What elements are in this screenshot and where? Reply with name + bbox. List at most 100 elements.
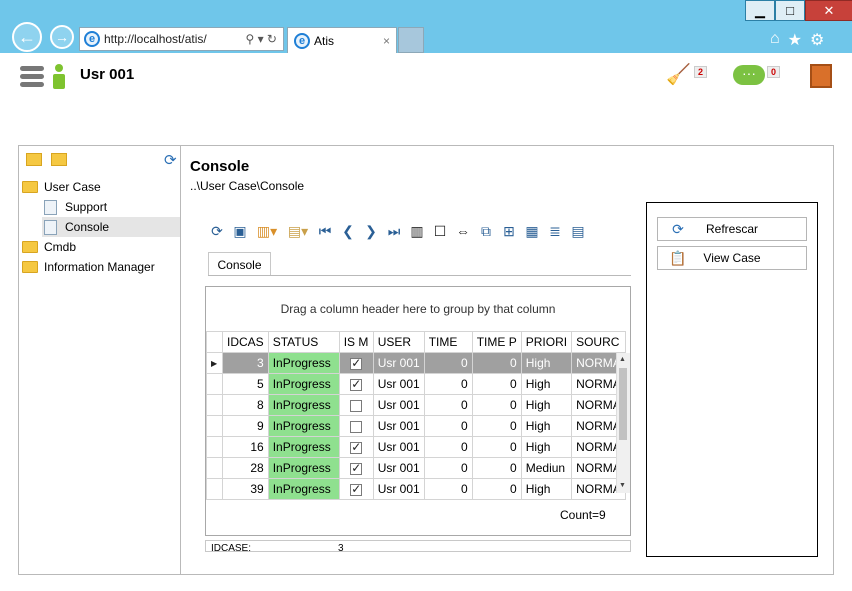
grid-cell-timep[interactable]: 0 xyxy=(471,373,522,395)
grid-cell-timep[interactable]: 0 xyxy=(471,457,522,479)
grid-cell-time[interactable]: 0 xyxy=(423,373,473,395)
grid-layout-icon[interactable]: ⊞ xyxy=(500,223,518,240)
checkbox[interactable] xyxy=(350,399,363,412)
tree-item-console[interactable]: Console xyxy=(42,217,180,237)
tree-item-support[interactable]: Support xyxy=(44,197,107,217)
table-row[interactable]: 16InProgressUsr 00100HighNORMA xyxy=(206,436,626,458)
maximize-button[interactable]: □ xyxy=(775,0,805,21)
copy-icon[interactable]: ⧉ xyxy=(477,223,495,240)
tree-item-cmdb[interactable]: Cmdb xyxy=(22,237,76,257)
is-m-checkbox-cell[interactable] xyxy=(338,436,374,458)
table-row[interactable]: 5InProgressUsr 00100HighNORMA xyxy=(206,373,626,395)
fit-width-icon[interactable]: ⇔ xyxy=(454,223,472,239)
refresh-button[interactable]: ⟳ Refrescar xyxy=(657,217,807,241)
table-row[interactable]: 39InProgressUsr 00100HighNORMA xyxy=(206,478,626,500)
grid-cell-id[interactable]: 5 xyxy=(222,373,269,395)
group-panel[interactable]: Drag a column header here to group by th… xyxy=(206,287,630,330)
grid-cell-id[interactable]: 16 xyxy=(222,436,269,458)
tree-item-user-case[interactable]: User Case xyxy=(22,177,101,197)
next-page-icon[interactable]: ❯ xyxy=(362,223,380,240)
new-tab-button[interactable] xyxy=(398,27,424,53)
grid-cell-priority[interactable]: High xyxy=(520,394,573,416)
checkbox[interactable] xyxy=(350,482,363,496)
column-header[interactable]: TIME P xyxy=(471,331,522,353)
table-row[interactable]: 9 InProgress Usr 001 0 0 High NORMA xyxy=(206,415,626,437)
grid-cell-priority[interactable]: Mediun xyxy=(520,457,573,479)
address-bar[interactable]: e http://localhost/atis/ ⚲ ▾ ↻ xyxy=(79,27,284,51)
grid-cell-status[interactable]: InProgress xyxy=(267,394,340,416)
table-icon[interactable]: ▦ xyxy=(523,223,541,240)
back-button[interactable]: ← xyxy=(12,22,42,52)
column-header[interactable]: STATUS xyxy=(267,331,340,353)
gear-icon[interactable]: ⚙ xyxy=(810,30,824,50)
scroll-up-icon[interactable]: ▲ xyxy=(619,356,626,363)
grid-cell-timep[interactable]: 0 xyxy=(471,436,522,458)
checkbox[interactable] xyxy=(350,440,363,454)
sheet-icon[interactable]: ▤ xyxy=(569,223,587,240)
is-m-checkbox-cell[interactable] xyxy=(338,457,374,479)
grid-cell-timep[interactable]: 0 xyxy=(471,394,522,416)
grid-cell-priority[interactable]: High xyxy=(520,373,573,395)
grid-cell-time[interactable]: 0 xyxy=(423,415,473,437)
tab-close-icon[interactable]: × xyxy=(383,34,390,48)
grid-cell-user[interactable]: Usr 001 xyxy=(372,352,425,374)
delete-folder-icon[interactable] xyxy=(51,153,67,166)
refresh-icon[interactable]: ⟳ xyxy=(208,223,226,240)
column-header[interactable]: USER xyxy=(372,331,425,353)
export-icon[interactable]: ▤▾ xyxy=(285,223,311,240)
grid-cell-time[interactable]: 0 xyxy=(423,352,473,374)
is-m-checkbox-cell[interactable] xyxy=(338,415,374,437)
minimize-button[interactable]: ▁ xyxy=(745,0,775,21)
checkbox[interactable] xyxy=(350,377,363,391)
refresh-tree-icon[interactable]: ⟳ xyxy=(164,151,177,169)
is-m-checkbox-cell[interactable] xyxy=(338,478,374,500)
grid-cell-status[interactable]: InProgress xyxy=(267,457,340,479)
column-header[interactable]: IDCAS xyxy=(222,331,269,353)
grid-cell-priority[interactable]: High xyxy=(520,352,573,374)
row-indicator[interactable] xyxy=(206,394,223,416)
save-icon[interactable]: ▣ xyxy=(231,223,249,240)
view-case-button[interactable]: 📋 View Case xyxy=(657,246,807,270)
row-indicator[interactable]: ▶ xyxy=(206,352,223,374)
menu-stack-icon[interactable] xyxy=(20,66,44,88)
grid-cell-time[interactable]: 0 xyxy=(423,394,473,416)
forward-button[interactable]: → xyxy=(50,25,74,49)
box-icon[interactable]: ☐ xyxy=(431,223,449,240)
grid-cell-status[interactable]: InProgress xyxy=(267,373,340,395)
column-header[interactable]: SOURC xyxy=(571,331,626,353)
grid-cell-id[interactable]: 8 xyxy=(222,394,269,416)
grid-cell-time[interactable]: 0 xyxy=(423,478,473,500)
checkbox[interactable] xyxy=(350,461,363,475)
grid-cell-id[interactable]: 9 xyxy=(222,415,269,437)
logout-door-icon[interactable] xyxy=(810,64,832,88)
grid-cell-priority[interactable]: High xyxy=(520,478,573,500)
row-indicator[interactable] xyxy=(206,457,223,479)
grid-cell-user[interactable]: Usr 001 xyxy=(372,415,425,437)
row-indicator[interactable] xyxy=(206,373,223,395)
grid-cell-status[interactable]: InProgress xyxy=(267,352,340,374)
list-icon[interactable]: ≣ xyxy=(546,223,564,240)
tab-console[interactable]: Console xyxy=(208,252,271,276)
chart-icon[interactable]: ▥▾ xyxy=(254,223,280,240)
grid-cell-user[interactable]: Usr 001 xyxy=(372,478,425,500)
table-row[interactable]: ▶3InProgressUsr 00100HighNORMA xyxy=(206,352,626,374)
is-m-checkbox-cell[interactable] xyxy=(338,394,374,416)
row-indicator[interactable] xyxy=(206,478,223,500)
table-row[interactable]: 8 InProgress Usr 001 0 0 High NORMA xyxy=(206,394,626,416)
grid-cell-id[interactable]: 3 xyxy=(222,352,269,374)
browser-tab[interactable]: e Atis × xyxy=(287,27,397,53)
table-row[interactable]: 28InProgressUsr 00100MediunNORMA xyxy=(206,457,626,479)
grid-cell-user[interactable]: Usr 001 xyxy=(372,436,425,458)
grid-cell-user[interactable]: Usr 001 xyxy=(372,457,425,479)
grid-cell-timep[interactable]: 0 xyxy=(471,415,522,437)
row-indicator[interactable] xyxy=(206,436,223,458)
scroll-down-icon[interactable]: ▼ xyxy=(619,482,626,489)
grid-cell-status[interactable]: InProgress xyxy=(267,478,340,500)
grid-cell-timep[interactable]: 0 xyxy=(471,478,522,500)
grid-cell-status[interactable]: InProgress xyxy=(267,436,340,458)
search-icon[interactable]: ⚲ ▾ ↻ xyxy=(245,32,277,46)
grid-cell-priority[interactable]: High xyxy=(520,436,573,458)
favorites-star-icon[interactable]: ★ xyxy=(788,30,802,50)
column-header[interactable]: TIME xyxy=(423,331,473,353)
grid-cell-id[interactable]: 28 xyxy=(222,457,269,479)
